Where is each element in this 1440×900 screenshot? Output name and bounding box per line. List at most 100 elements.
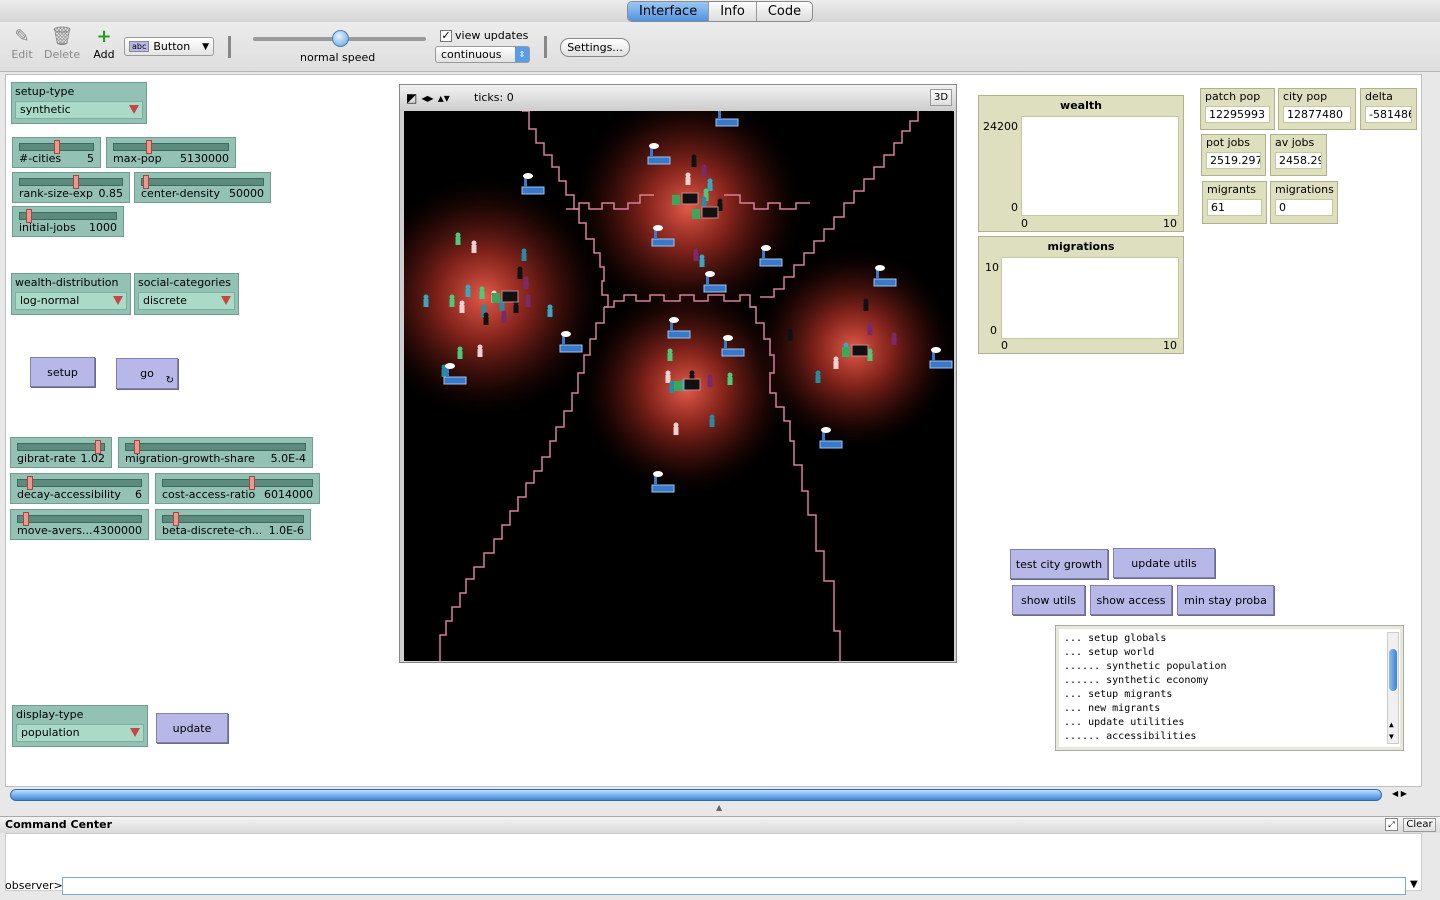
chooser-label: social-categories <box>138 276 231 289</box>
slider-track[interactable] <box>17 443 105 451</box>
wealth-distribution-chooser[interactable]: wealth-distribution log-normal <box>11 273 131 315</box>
slider-track[interactable] <box>162 515 304 523</box>
output-area[interactable]: ... setup globals ... setup world ......… <box>1055 625 1404 751</box>
slider-track[interactable] <box>19 212 117 220</box>
chooser-value: population <box>21 726 80 739</box>
plus-icon: + <box>96 26 112 47</box>
cost-access-ratio-slider[interactable]: cost-access-ratio 6014000 <box>155 473 320 504</box>
slider-track[interactable] <box>17 515 142 523</box>
go-button[interactable]: go ↻ <box>116 358 178 389</box>
go-label: go <box>140 367 154 380</box>
chooser-value-box[interactable]: log-normal <box>15 292 127 310</box>
slider-label: initial-jobs <box>19 221 76 234</box>
slider-track[interactable] <box>19 178 123 186</box>
stepper-icon: ⇕ <box>515 47 529 62</box>
edit-button[interactable]: ✎ Edit <box>8 26 36 61</box>
social-categories-chooser[interactable]: social-categories discrete <box>134 273 239 315</box>
output-scrollbar[interactable]: ▲ ▼ <box>1387 632 1399 744</box>
person-agent <box>457 346 463 359</box>
max-pop-slider[interactable]: max-pop 5130000 <box>106 137 236 168</box>
delete-button[interactable]: 🗑 Delete <box>44 26 80 61</box>
tab-code[interactable]: Code <box>757 2 812 21</box>
slider-value: 1.0E-6 <box>268 524 304 537</box>
world-view: ◩ ◂▸ ▴▾ ticks: 0 3D <box>399 84 957 663</box>
chooser-value: discrete <box>143 294 187 307</box>
gibrat-rate-slider[interactable]: gibrat-rate 1.02 <box>10 437 112 468</box>
show-access-button[interactable]: show access <box>1090 585 1172 615</box>
monitor-label: patch pop <box>1205 90 1261 103</box>
chooser-value-box[interactable]: discrete <box>138 292 235 310</box>
slider-track[interactable] <box>162 479 313 487</box>
command-history-dropdown-icon[interactable]: ▼ <box>1410 879 1418 890</box>
setup-type-chooser[interactable]: setup-type synthetic <box>11 82 147 124</box>
expand-icon[interactable]: ⤢ <box>1385 818 1398 831</box>
show-utils-button[interactable]: show utils <box>1012 585 1085 615</box>
update-mode-value: continuous <box>441 48 502 61</box>
clear-button[interactable]: Clear <box>1403 818 1436 832</box>
center-density-slider[interactable]: center-density 50000 <box>134 172 271 203</box>
chooser-label: display-type <box>16 708 84 721</box>
plot-title: wealth <box>1060 99 1102 112</box>
dropdown-arrow-icon <box>130 728 140 737</box>
view-updates-label: view updates <box>455 29 529 42</box>
widget-type-select[interactable]: abc Button ▼ <box>124 37 214 56</box>
scrollbar-thumb[interactable] <box>1389 649 1397 691</box>
3d-button[interactable]: 3D <box>930 89 952 106</box>
beta-discrete-choice-slider[interactable]: beta-discrete-ch... 1.0E-6 <box>155 509 311 540</box>
display-type-chooser[interactable]: display-type population <box>12 705 148 747</box>
output-line: ...... synthetic population <box>1064 661 1227 672</box>
view-updates-toggle[interactable]: ✓ view updates <box>440 29 528 42</box>
chooser-label: wealth-distribution <box>15 276 119 289</box>
test-city-growth-button[interactable]: test city growth <box>1010 549 1108 579</box>
n-cities-slider[interactable]: #-cities 5 <box>12 137 101 168</box>
migrations-plot: migrations 10 0 0 10 <box>978 236 1184 354</box>
initial-jobs-slider[interactable]: initial-jobs 1000 <box>12 206 124 237</box>
person-agent <box>699 254 705 267</box>
edit-label: Edit <box>11 48 33 61</box>
command-center-header: Command Center ⤢ Clear <box>0 816 1440 833</box>
update-mode-select[interactable]: continuous ⇕ <box>435 46 530 63</box>
move-aversion-slider[interactable]: move-avers... 4300000 <box>10 509 149 540</box>
scroll-down-icon[interactable]: ▼ <box>1389 732 1394 741</box>
person-agent <box>423 294 429 307</box>
checkbox[interactable]: ✓ <box>440 29 452 42</box>
update-button[interactable]: update <box>156 713 228 743</box>
splitter-handle-icon[interactable]: ▲ <box>716 803 722 812</box>
migrations-monitor: migrations 0 <box>1270 181 1338 224</box>
patch-pop-monitor: patch pop 12295993 <box>1200 88 1275 130</box>
slider-track[interactable] <box>141 178 264 186</box>
tab-info[interactable]: Info <box>709 2 757 21</box>
observer-prompt[interactable]: observer> <box>5 879 63 892</box>
monitor-label: city pop <box>1283 90 1328 103</box>
horizontal-scrollbar-thumb[interactable] <box>10 789 1382 801</box>
world-canvas[interactable] <box>404 111 954 661</box>
scroll-up-icon[interactable]: ▲ <box>1389 720 1394 729</box>
slider-track[interactable] <box>17 479 142 487</box>
widget-type-value: Button <box>153 40 191 53</box>
scroll-left-icon[interactable]: ◀ ▶ <box>1392 789 1407 798</box>
migration-growth-share-slider[interactable]: migration-growth-share 5.0E-4 <box>118 437 313 468</box>
slider-track[interactable] <box>125 443 306 451</box>
min-stay-proba-button[interactable]: min stay proba <box>1177 585 1274 615</box>
speed-slider-knob[interactable] <box>331 30 349 47</box>
slider-label: #-cities <box>19 152 62 165</box>
person-agent <box>521 248 527 261</box>
tab-interface[interactable]: Interface <box>628 2 710 21</box>
setup-button[interactable]: setup <box>30 357 95 387</box>
forever-loop-icon: ↻ <box>165 375 174 386</box>
chooser-value-box[interactable]: population <box>16 724 144 742</box>
rank-size-exp-slider[interactable]: rank-size-exp 0.85 <box>12 172 130 203</box>
chooser-value-box[interactable]: synthetic <box>15 101 143 119</box>
person-agent <box>501 310 507 323</box>
decay-accessibility-slider[interactable]: decay-accessibility 6 <box>10 473 149 504</box>
command-input[interactable] <box>62 877 1406 895</box>
add-button[interactable]: + Add <box>90 26 118 61</box>
slider-value: 0.85 <box>98 187 124 200</box>
plot-xmin: 0 <box>1001 339 1008 352</box>
view-controls-icon[interactable]: ◩ ◂▸ ▴▾ <box>406 91 450 105</box>
slider-label: move-avers... <box>17 524 93 537</box>
slider-track[interactable] <box>113 143 229 151</box>
person-agent <box>727 372 733 385</box>
settings-button[interactable]: Settings... <box>560 38 630 57</box>
update-utils-button[interactable]: update utils <box>1113 548 1215 578</box>
